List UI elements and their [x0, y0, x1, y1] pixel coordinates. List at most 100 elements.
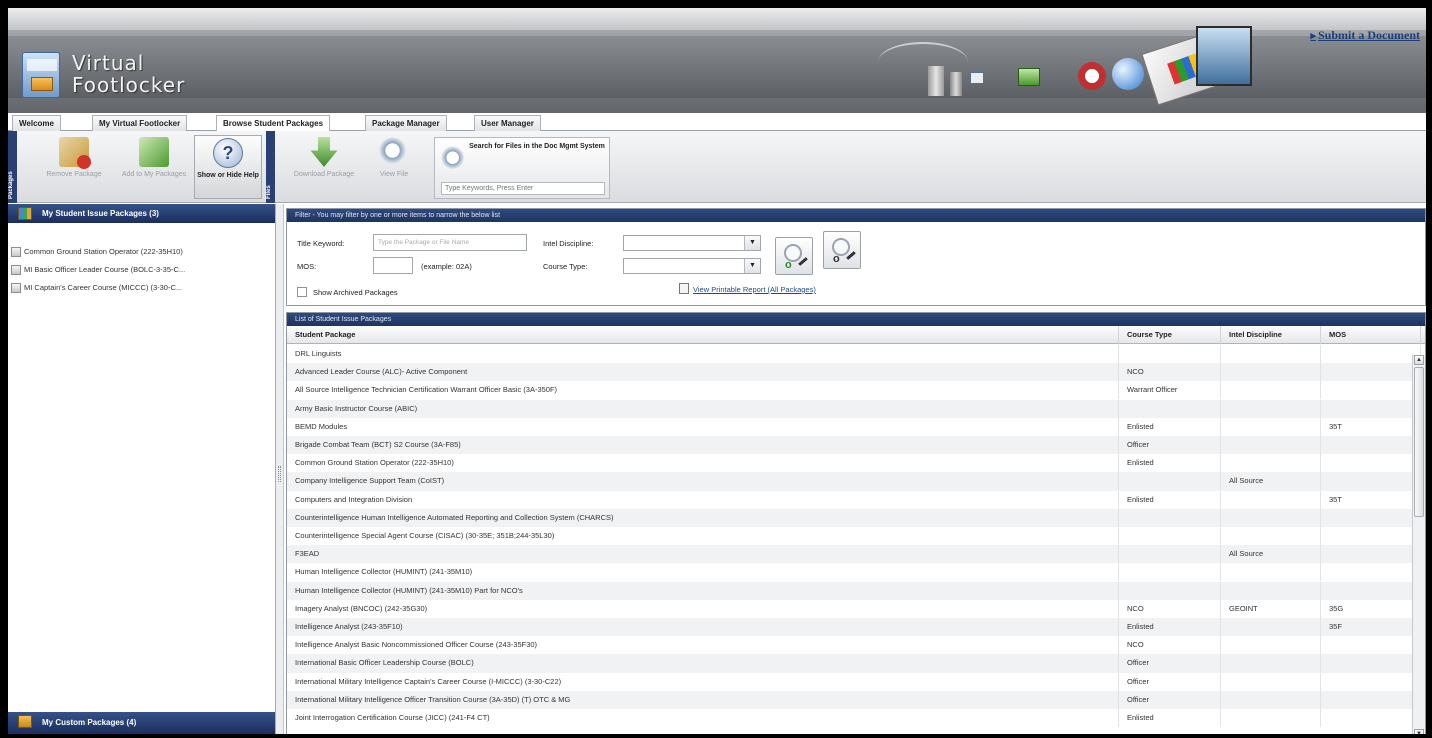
column-mos[interactable]: MOS	[1321, 326, 1421, 344]
download-package-button[interactable]: Download Package	[290, 135, 358, 199]
cell-mos	[1321, 381, 1421, 400]
remove-package-button[interactable]: Remove Package	[40, 135, 108, 199]
issue-package-item[interactable]: MI Basic Officer Leader Course (BOLC-3-3…	[8, 261, 275, 279]
cell-intel-discipline	[1221, 636, 1321, 655]
table-row[interactable]: Counterintelligence Special Agent Course…	[287, 527, 1421, 545]
grid-scrollbar[interactable]: ▲ ▼	[1412, 355, 1425, 734]
cell-mos: 35F	[1321, 618, 1421, 636]
cell-course-type: Officer	[1119, 690, 1221, 709]
issue-package-item[interactable]: MI Captain's Career Course (MICCC) (3-30…	[8, 279, 275, 297]
issue-package-label: Common Ground Station Operator (222-35H1…	[24, 247, 183, 256]
submit-document-link[interactable]: ▸ Submit a Document	[1310, 28, 1420, 43]
cell-course-type	[1119, 563, 1221, 582]
reset-icon: o	[833, 253, 840, 265]
cell-course-type: Officer	[1119, 436, 1221, 454]
table-row[interactable]: Company Intelligence Support Team (CoIST…	[287, 472, 1421, 491]
cell-intel-discipline	[1221, 563, 1321, 582]
column-course-type[interactable]: Course Type	[1119, 326, 1221, 344]
cell-mos	[1321, 690, 1421, 709]
cell-mos	[1321, 581, 1421, 600]
cell-mos	[1321, 527, 1421, 545]
table-row[interactable]: Common Ground Station Operator (222-35H1…	[287, 454, 1421, 473]
table-row[interactable]: F3EAD All Source	[287, 545, 1421, 564]
scroll-up-icon[interactable]: ▲	[1414, 355, 1424, 365]
column-student-package[interactable]: Student Package	[287, 326, 1119, 344]
apply-filter-button[interactable]: o	[775, 237, 813, 275]
table-row[interactable]: DRL Linguists	[287, 345, 1421, 363]
cell-mos: 35T	[1321, 490, 1421, 509]
footlocker-logo-icon	[22, 52, 60, 98]
view-file-label: View File	[379, 171, 409, 178]
table-row[interactable]: Intelligence Analyst Basic Noncommission…	[287, 636, 1421, 655]
table-row[interactable]: Human Intelligence Collector (HUMINT) (2…	[287, 581, 1421, 600]
cell-student-package: Army Basic Instructor Course (ABIC)	[287, 399, 1119, 418]
scroll-down-icon[interactable]: ▼	[1414, 729, 1424, 734]
table-row[interactable]: Intelligence Analyst (243-35F10) Enlisted…	[287, 618, 1421, 637]
table-row[interactable]: International Military Intelligence Offi…	[287, 690, 1421, 709]
table-row[interactable]: All Source Intelligence Technician Certi…	[287, 381, 1421, 400]
table-row[interactable]: Joint Interrogation Certification Course…	[287, 709, 1421, 727]
logo-line-2: Footlocker	[72, 73, 186, 97]
cell-student-package: International Military Intelligence Capt…	[287, 672, 1119, 691]
cell-mos	[1321, 363, 1421, 382]
printable-report-link[interactable]: View Printable Report (All Packages)	[693, 285, 816, 294]
filter-panel: Filter - You may filter by one or more i…	[286, 208, 1426, 306]
scroll-thumb[interactable]	[1414, 367, 1424, 517]
cell-mos	[1321, 508, 1421, 527]
table-row[interactable]: Counterintelligence Human Intelligence A…	[287, 508, 1421, 527]
my-student-issue-packages-header[interactable]: My Student Issue Packages (3)	[8, 204, 275, 223]
table-row[interactable]: Human Intelligence Collector (HUMINT) (2…	[287, 563, 1421, 582]
course-type-select[interactable]: ▼	[623, 258, 761, 274]
remove-package-label: Remove Package	[46, 171, 102, 178]
doc-search-input[interactable]	[441, 182, 605, 195]
show-hide-help-button[interactable]: ? Show or Hide Help	[194, 135, 262, 199]
cell-intel-discipline	[1221, 436, 1321, 454]
table-row[interactable]: International Basic Officer Leadership C…	[287, 654, 1421, 673]
clear-filter-button[interactable]: o	[823, 231, 861, 269]
table-row[interactable]: Computers and Integration Division Enlist…	[287, 490, 1421, 509]
mos-input[interactable]	[373, 257, 413, 274]
pane-splitter[interactable]	[276, 204, 284, 734]
cell-course-type: Enlisted	[1119, 709, 1221, 727]
add-to-my-packages-label: Add to My Packages	[121, 171, 187, 178]
cell-course-type	[1119, 399, 1221, 418]
cell-student-package: Computers and Integration Division	[287, 490, 1119, 509]
view-file-button[interactable]: View File	[360, 135, 428, 199]
grid-header: List of Student Issue Packages	[287, 313, 1425, 326]
tab-browse-student-packages[interactable]: Browse Student Packages	[216, 115, 331, 132]
show-archived-checkbox[interactable]	[297, 287, 307, 297]
table-row[interactable]: Army Basic Instructor Course (ABIC)	[287, 399, 1421, 418]
banner-graphic	[878, 26, 1252, 112]
banner: Virtual Footlocker ▸ Submit a Document	[8, 8, 1426, 113]
my-custom-packages-header[interactable]: My Custom Packages (4)	[8, 712, 275, 734]
cell-course-type: Enlisted	[1119, 490, 1221, 509]
title-keyword-input[interactable]: Type the Package or File Name	[373, 234, 527, 251]
left-pane: My Student Issue Packages (3) Common Gro…	[8, 204, 276, 734]
cell-mos	[1321, 654, 1421, 673]
cell-student-package: DRL Linguists	[287, 345, 1119, 363]
download-icon	[310, 137, 338, 167]
cell-intel-discipline	[1221, 381, 1321, 400]
cell-intel-discipline	[1221, 654, 1321, 673]
table-row[interactable]: Advanced Leader Course (ALC)- Active Com…	[287, 363, 1421, 382]
table-row[interactable]: Imagery Analyst (BNCOC) (242-35G30) NCO GE…	[287, 599, 1421, 618]
add-to-my-packages-button[interactable]: Add to My Packages	[120, 135, 188, 199]
tab-welcome[interactable]: Welcome	[12, 115, 61, 131]
cell-intel-discipline	[1221, 399, 1321, 418]
table-row[interactable]: BEMD Modules Enlisted 35T	[287, 417, 1421, 436]
grid-body: DRL Linguists Advanced Leader Course (ALC…	[287, 345, 1421, 734]
tab-user-manager[interactable]: User Manager	[474, 115, 541, 131]
issue-package-item[interactable]: Common Ground Station Operator (222-35H1…	[8, 243, 275, 261]
cell-course-type: Officer	[1119, 672, 1221, 691]
table-row[interactable]: International Military Intelligence Capt…	[287, 672, 1421, 691]
column-intel-discipline[interactable]: Intel Discipline	[1221, 326, 1321, 344]
cell-intel-discipline: All Source	[1221, 545, 1321, 564]
chevron-down-icon: ▼	[744, 259, 760, 273]
tab-package-manager[interactable]: Package Manager	[365, 115, 447, 131]
intel-discipline-select[interactable]: ▼	[623, 235, 761, 251]
table-row[interactable]: Brigade Combat Team (BCT) S2 Course (3A-…	[287, 436, 1421, 455]
mos-example: (example: 02A)	[421, 262, 472, 271]
add-package-icon	[139, 137, 169, 167]
tab-my-virtual-footlocker[interactable]: My Virtual Footlocker	[92, 115, 188, 131]
submit-document-label: Submit a Document	[1317, 28, 1420, 42]
